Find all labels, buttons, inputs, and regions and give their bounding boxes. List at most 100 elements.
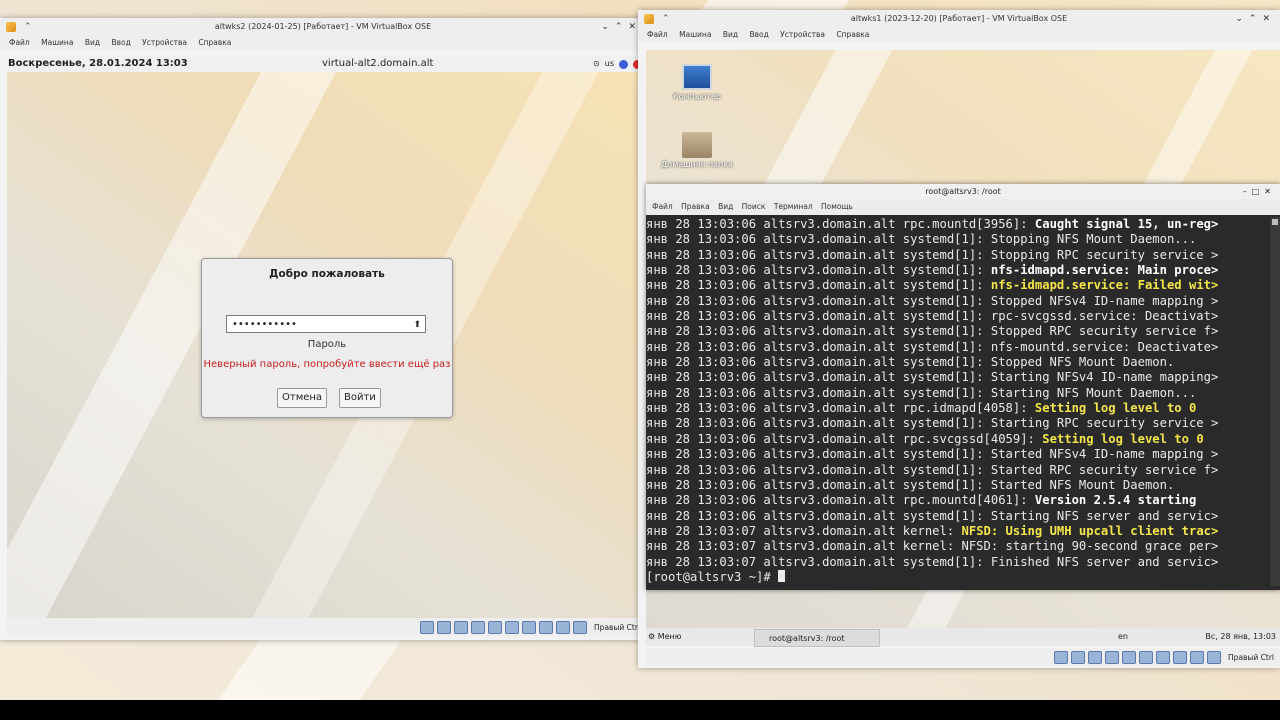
menu-machine[interactable]: Машина <box>679 30 711 39</box>
terminal-line-text: янв 28 13:03:06 altsrv3.domain.alt syste… <box>646 508 1219 523</box>
usb-icon[interactable] <box>488 621 503 634</box>
menu-devices[interactable]: Устройства <box>780 30 825 39</box>
hdd-icon[interactable] <box>1054 651 1069 664</box>
terminal-line: янв 28 13:03:06 altsrv3.domain.alt syste… <box>646 294 1270 309</box>
terminal-line-text: янв 28 13:03:06 altsrv3.domain.alt syste… <box>646 416 1219 431</box>
term-menu-terminal[interactable]: Терминал <box>774 202 813 211</box>
menu-input[interactable]: Ввод <box>111 38 130 47</box>
menu-file[interactable]: Файл <box>9 38 30 47</box>
desktop-icon-home[interactable]: Домашняя папка <box>660 132 734 169</box>
terminal-line: янв 28 13:03:06 altsrv3.domain.alt syste… <box>646 263 1270 278</box>
vm-title-text: altwks1 (2023-12-20) [Работает] - VM Vir… <box>850 14 1068 23</box>
keyboard-layout[interactable]: us <box>605 56 614 72</box>
keyboard-layout-indicator[interactable]: en <box>1118 628 1128 646</box>
menu-devices[interactable]: Устройства <box>142 38 187 47</box>
keep-above-icon[interactable]: ⌃ <box>662 10 670 28</box>
network-icon[interactable] <box>471 621 486 634</box>
cancel-button[interactable]: Отмена <box>277 388 328 408</box>
caps-lock-icon: ⬆ <box>413 320 421 330</box>
terminal-line: янв 28 13:03:07 altsrv3.domain.alt syste… <box>646 555 1270 570</box>
terminal-scrollbar[interactable] <box>1270 217 1280 586</box>
desktop-icon-computer[interactable]: Компьютер <box>660 64 734 101</box>
terminal-line-text: янв 28 13:03:06 altsrv3.domain.alt rpc.i… <box>646 401 1035 416</box>
menu-machine[interactable]: Машина <box>41 38 73 47</box>
terminal-window-controls[interactable]: –□✕ <box>1243 184 1276 199</box>
terminal-line-text: янв 28 13:03:06 altsrv3.domain.alt syste… <box>646 278 991 293</box>
terminal-line-text: янв 28 13:03:06 altsrv3.domain.alt syste… <box>646 477 1175 492</box>
vm-titlebar[interactable]: ⌃ altwks1 (2023-12-20) [Работает] - VM V… <box>638 10 1280 28</box>
terminal-line: янв 28 13:03:06 altsrv3.domain.alt syste… <box>646 248 1270 263</box>
vm-titlebar[interactable]: ⌃ altwks2 (2024-01-25) [Работает] - VM V… <box>0 18 646 36</box>
term-menu-file[interactable]: Файл <box>652 202 673 211</box>
hdd-icon[interactable] <box>420 621 435 634</box>
terminal-line: янв 28 13:03:06 altsrv3.domain.alt syste… <box>646 309 1270 324</box>
terminal-line: янв 28 13:03:06 altsrv3.domain.alt syste… <box>646 447 1270 462</box>
desktop-icon-label: Домашняя папка <box>661 160 733 169</box>
guest-taskbar: ⚙ Меню root@altsrv3: /root en Вс, 28 янв… <box>646 628 1280 647</box>
term-menu-search[interactable]: Поиск <box>742 202 766 211</box>
terminal-line-text: янв 28 13:03:06 altsrv3.domain.alt syste… <box>646 370 1219 385</box>
terminal-prompt[interactable]: [root@altsrv3 ~]# <box>646 569 1270 585</box>
terminal-line: янв 28 13:03:06 altsrv3.domain.alt syste… <box>646 232 1270 247</box>
desktop-icon-label: Компьютер <box>673 92 721 101</box>
terminal-line: янв 28 13:03:06 altsrv3.domain.alt rpc.i… <box>646 401 1270 416</box>
terminal-line-text: янв 28 13:03:07 altsrv3.domain.alt syste… <box>646 554 1219 569</box>
menu-view[interactable]: Вид <box>723 30 738 39</box>
term-menu-edit[interactable]: Правка <box>681 202 710 211</box>
shared-folders-icon[interactable] <box>1139 651 1154 664</box>
terminal-window: root@altsrv3: /root –□✕ Файл Правка Вид … <box>646 184 1280 590</box>
audio-icon[interactable] <box>454 621 469 634</box>
display-icon[interactable] <box>1156 651 1171 664</box>
start-menu-button[interactable]: ⚙ Меню <box>648 628 682 646</box>
password-label: Пароль <box>307 339 347 350</box>
terminal-line-highlight: Setting log level to 0 <box>1042 431 1204 446</box>
cpu-icon[interactable] <box>1190 651 1205 664</box>
terminal-titlebar[interactable]: root@altsrv3: /root –□✕ <box>646 184 1280 199</box>
term-menu-help[interactable]: Помощь <box>821 202 853 211</box>
audio-icon[interactable] <box>1088 651 1103 664</box>
network-icon[interactable] <box>1105 651 1120 664</box>
login-button[interactable]: Войти <box>339 388 381 408</box>
display-icon[interactable] <box>522 621 537 634</box>
settings-icon[interactable] <box>619 59 628 69</box>
virtualbox-icon <box>6 22 16 32</box>
menu-help[interactable]: Справка <box>836 30 869 39</box>
host-key-label: Правый Ctrl <box>1228 653 1274 662</box>
menu-input[interactable]: Ввод <box>749 30 768 39</box>
menu-view[interactable]: Вид <box>85 38 100 47</box>
term-menu-view[interactable]: Вид <box>718 202 733 211</box>
menu-help[interactable]: Справка <box>198 38 231 47</box>
window-controls[interactable]: ⌄⌃✕ <box>601 18 642 36</box>
host-key-label: Правый Ctrl <box>594 623 640 632</box>
keep-above-icon[interactable]: ⌃ <box>24 18 32 36</box>
mouse-integration-icon[interactable] <box>1207 651 1222 664</box>
terminal-output[interactable]: янв 28 13:03:06 altsrv3.domain.alt rpc.m… <box>646 217 1270 586</box>
taskbar-item-terminal[interactable]: root@altsrv3: /root <box>754 629 880 647</box>
cpu-icon[interactable] <box>556 621 571 634</box>
terminal-line-highlight: Caught signal 15, un-reg> <box>1034 217 1219 231</box>
menu-file[interactable]: Файл <box>647 30 668 39</box>
recording-icon[interactable] <box>1173 651 1188 664</box>
terminal-line: янв 28 13:03:06 altsrv3.domain.alt syste… <box>646 478 1270 493</box>
taskbar-clock[interactable]: Вс, 28 янв, 13:03 <box>1205 628 1276 646</box>
welcome-title: Добро пожаловать <box>269 268 385 280</box>
terminal-line: янв 28 13:03:07 altsrv3.domain.alt kerne… <box>646 524 1270 539</box>
terminal-line: янв 28 13:03:06 altsrv3.domain.alt syste… <box>646 355 1270 370</box>
terminal-line: янв 28 13:03:06 altsrv3.domain.alt rpc.s… <box>646 432 1270 447</box>
usb-icon[interactable] <box>1122 651 1137 664</box>
optical-drive-icon[interactable] <box>1071 651 1086 664</box>
terminal-line-text: янв 28 13:03:07 altsrv3.domain.alt kerne… <box>646 523 962 538</box>
terminal-line-text: янв 28 13:03:06 altsrv3.domain.alt rpc.m… <box>646 493 1035 508</box>
recording-icon[interactable] <box>539 621 554 634</box>
password-input[interactable]: ••••••••••• ⬆ <box>226 315 426 333</box>
terminal-line-text: янв 28 13:03:06 altsrv3.domain.alt syste… <box>646 385 1197 400</box>
accessibility-icon[interactable]: ⊙ <box>593 56 600 72</box>
guest-hostname: virtual-alt2.domain.alt <box>322 58 434 69</box>
prompt-text: [root@altsrv3 ~]# <box>646 569 779 584</box>
terminal-line-text: янв 28 13:03:07 altsrv3.domain.alt kerne… <box>646 539 1219 554</box>
scroll-up-arrow-icon[interactable] <box>1272 219 1278 225</box>
mouse-integration-icon[interactable] <box>573 621 588 634</box>
window-controls[interactable]: ⌄⌃✕ <box>1235 10 1276 28</box>
shared-folders-icon[interactable] <box>505 621 520 634</box>
optical-drive-icon[interactable] <box>437 621 452 634</box>
